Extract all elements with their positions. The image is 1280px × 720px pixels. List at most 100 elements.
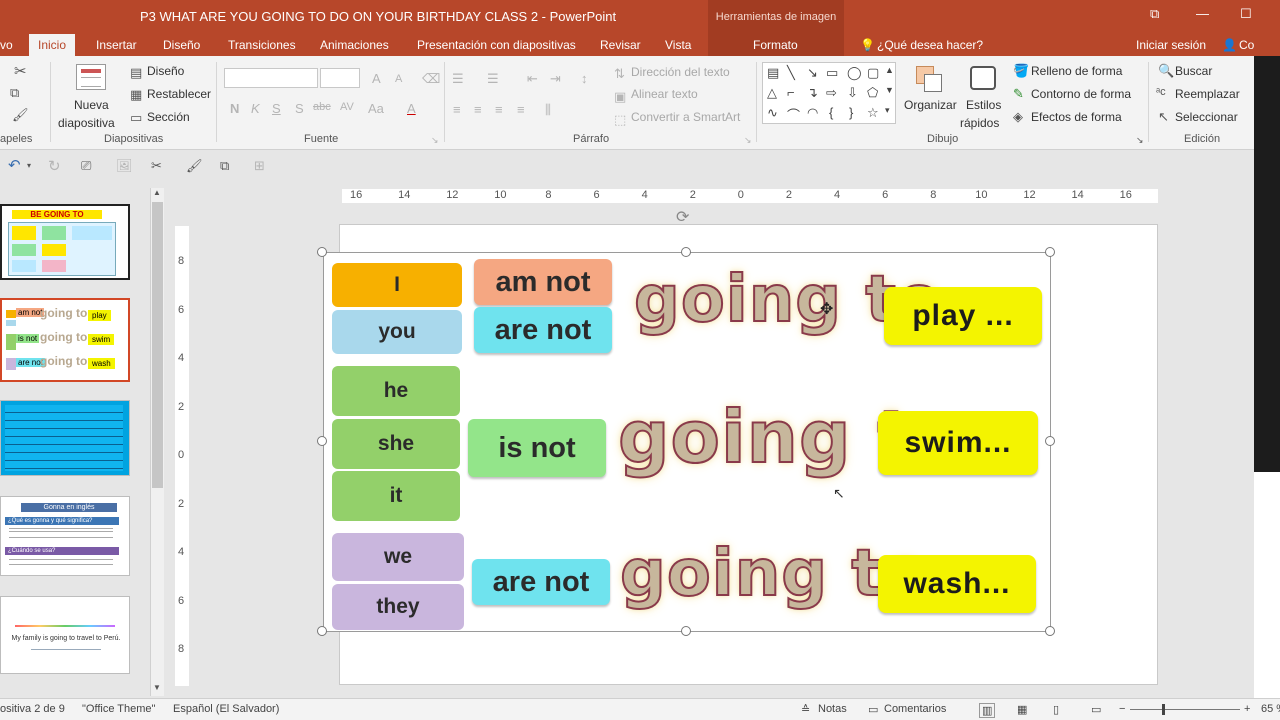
font-size-combo[interactable] (320, 68, 360, 88)
tab-home[interactable]: Inicio (29, 34, 76, 56)
scroll-up-icon[interactable]: ▲ (153, 189, 161, 197)
tab-format[interactable]: Formato (751, 34, 800, 56)
section-button[interactable]: Sección (147, 110, 190, 124)
arc-shape-icon[interactable]: ◠ (807, 105, 818, 121)
resize-handle-se[interactable] (1045, 626, 1055, 636)
pentagon-shape-icon[interactable]: ⬠ (867, 85, 878, 101)
resize-handle-w[interactable] (317, 436, 327, 446)
align-center-icon[interactable]: ≡ (474, 103, 482, 116)
tab-insert[interactable]: Insertar (94, 34, 139, 56)
zoom-in-icon[interactable]: + (1244, 703, 1250, 715)
italic-icon[interactable]: K (251, 102, 260, 115)
tab-view[interactable]: Vista (663, 34, 693, 56)
right-arrow-shape-icon[interactable]: ⇨ (826, 85, 837, 101)
normal-view-icon[interactable]: ▥ (979, 703, 996, 718)
align-text-button[interactable]: Alinear texto (631, 87, 698, 101)
underline-icon[interactable]: S (272, 102, 281, 115)
text-box-shape-icon[interactable]: ▤ (767, 65, 779, 81)
resize-handle-n[interactable] (681, 247, 691, 257)
qat-copy-icon[interactable]: ⧉ (220, 159, 229, 172)
slide-thumbnail-4[interactable]: Gonna en inglés ¿Qué es gonna y qué sign… (0, 496, 130, 576)
bent-arrow-shape-icon[interactable]: ↴ (807, 85, 818, 101)
tab-file[interactable]: vo (0, 34, 15, 56)
increase-indent-icon[interactable]: ⇥ (550, 72, 561, 85)
rectangle-shape-icon[interactable]: ▭ (826, 65, 838, 81)
shape-fill-button[interactable]: Relleno de forma (1031, 64, 1122, 78)
tab-slideshow[interactable]: Presentación con diapositivas (415, 34, 578, 56)
tab-design[interactable]: Diseño (161, 34, 202, 56)
undo-dropdown-icon[interactable]: ▾ (27, 162, 31, 170)
strikethrough-icon[interactable]: abc (313, 102, 331, 113)
freeform-shape-icon[interactable]: ∿ (767, 105, 778, 121)
arrow-line-shape-icon[interactable]: ↘ (807, 65, 818, 81)
undo-icon[interactable]: ↶ (8, 158, 21, 173)
shapes-gallery[interactable]: ▤ ╲ ↘ ▭ ◯ ▢ △ ⌐ ↴ ⇨ ⇩ ⬠ ∿ ⌒ ◠ { } ☆ ▲ ▼ … (762, 62, 896, 124)
selected-picture[interactable]: I you he she it we they am not are not i… (323, 252, 1051, 632)
layout-button[interactable]: Diseño (147, 64, 184, 78)
font-color-icon[interactable]: A (407, 102, 416, 115)
convert-smartart-button[interactable]: Convertir a SmartArt (631, 110, 740, 124)
rotate-handle-icon[interactable]: ⟳ (676, 210, 689, 226)
bold-icon[interactable]: N (230, 102, 239, 115)
arrange-button[interactable]: Organizar (902, 62, 958, 126)
resize-handle-ne[interactable] (1045, 247, 1055, 257)
left-brace-shape-icon[interactable]: { (829, 105, 833, 120)
drawing-dialog-icon[interactable]: ↘ (1136, 136, 1144, 145)
tell-me-search[interactable]: ¿Qué desea hacer? (875, 34, 985, 56)
elbow-connector-shape-icon[interactable]: ⌐ (787, 85, 795, 100)
tab-animations[interactable]: Animaciones (318, 34, 391, 56)
picture-icon[interactable]: 🖼 (116, 159, 133, 172)
gallery-more-icon[interactable]: ▾ (885, 105, 890, 116)
clear-format-icon[interactable]: ⌫ (422, 72, 440, 85)
down-arrow-shape-icon[interactable]: ⇩ (847, 85, 858, 101)
slide-sorter-icon[interactable]: ▦ (1017, 703, 1027, 716)
justify-icon[interactable]: ≡ (517, 103, 525, 116)
quick-styles-button[interactable]: Estilos rápidos (960, 62, 1010, 132)
replace-button[interactable]: Reemplazar (1175, 87, 1240, 101)
reset-button[interactable]: Restablecer (147, 87, 211, 101)
align-left-icon[interactable]: ≡ (453, 103, 461, 116)
cut-icon[interactable]: ✂ (14, 64, 27, 79)
resize-handle-sw[interactable] (317, 626, 327, 636)
resize-handle-s[interactable] (681, 626, 691, 636)
slide-thumbnail-5[interactable]: My family is going to travel to Perú. (0, 596, 130, 674)
zoom-slider[interactable] (1130, 709, 1240, 710)
change-case-icon[interactable]: Aa (368, 102, 384, 115)
notes-button[interactable]: Notas (818, 703, 847, 715)
find-button[interactable]: Buscar (1175, 64, 1212, 78)
star-shape-icon[interactable]: ☆ (867, 105, 879, 121)
curve-shape-icon[interactable]: ⌒ (787, 105, 800, 124)
numbering-icon[interactable]: ☰ (487, 72, 499, 85)
slide-thumbnail-1[interactable]: BE GOING TO (0, 204, 130, 280)
qat-group-icon[interactable]: ⊞ (254, 159, 265, 172)
font-dialog-icon[interactable]: ↘ (431, 136, 439, 145)
scroll-down-icon[interactable]: ▼ (153, 684, 161, 692)
gallery-down-icon[interactable]: ▼ (885, 85, 894, 95)
paragraph-dialog-icon[interactable]: ↘ (744, 136, 752, 145)
new-slide-button[interactable]: Nueva diapositiva (58, 62, 115, 132)
grow-font-icon[interactable]: A (372, 72, 381, 85)
comments-button[interactable]: Comentarios (884, 703, 946, 715)
scrollbar-thumb[interactable] (152, 202, 163, 488)
shrink-font-icon[interactable]: A (395, 74, 402, 85)
oval-shape-icon[interactable]: ◯ (847, 65, 862, 81)
char-spacing-icon[interactable]: AV (340, 102, 354, 113)
zoom-out-icon[interactable]: − (1119, 703, 1125, 715)
reading-view-icon[interactable]: ▯ (1053, 703, 1059, 716)
text-shadow-icon[interactable]: S (295, 102, 304, 115)
text-direction-button[interactable]: Dirección del texto (631, 65, 730, 79)
shape-outline-button[interactable]: Contorno de forma (1031, 87, 1131, 101)
qat-cut-icon[interactable]: ✂ (151, 159, 162, 172)
sign-in-link[interactable]: Iniciar sesión (1134, 34, 1208, 56)
redo-icon[interactable]: ↻ (48, 159, 61, 174)
resize-handle-e[interactable] (1045, 436, 1055, 446)
resize-handle-nw[interactable] (317, 247, 327, 257)
bullets-icon[interactable]: ☰ (452, 72, 464, 85)
line-spacing-icon[interactable]: ↕ (581, 72, 588, 85)
slide-thumbnail-2[interactable]: am not going to play is not going to swi… (0, 298, 130, 382)
decrease-indent-icon[interactable]: ⇤ (527, 72, 538, 85)
gallery-up-icon[interactable]: ▲ (885, 65, 894, 75)
maximize-icon[interactable]: ☐ (1240, 6, 1252, 22)
thumbnail-scrollbar[interactable]: ▲ ▼ (150, 188, 164, 696)
shape-effects-button[interactable]: Efectos de forma (1031, 110, 1122, 124)
